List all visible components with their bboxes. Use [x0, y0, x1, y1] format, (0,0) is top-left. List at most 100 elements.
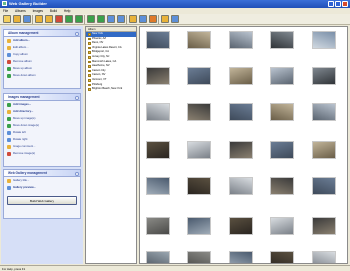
image-thumbnail[interactable] — [270, 177, 294, 195]
image-thumbnail[interactable] — [146, 177, 170, 195]
build-icon[interactable] — [149, 15, 157, 23]
task-move-down[interactable]: Move down album — [4, 72, 80, 79]
image-thumbnail[interactable] — [187, 251, 211, 263]
maximize-icon[interactable] — [335, 1, 341, 7]
image-thumbnail[interactable] — [270, 251, 294, 263]
help-icon[interactable] — [171, 15, 179, 23]
image-thumbnail[interactable] — [229, 177, 253, 195]
task-label: Copy album — [13, 52, 28, 56]
album-name: New York — [92, 32, 103, 35]
image-thumbnail[interactable] — [146, 67, 170, 85]
task-label: Move up album — [13, 66, 33, 70]
image-thumbnail[interactable] — [229, 103, 253, 121]
folder-icon — [87, 51, 91, 54]
rotate-left-icon — [7, 131, 11, 135]
task-add-directory[interactable]: Add directory... — [4, 108, 80, 115]
image-thumbnail[interactable] — [229, 141, 253, 159]
image-thumbnail[interactable] — [229, 67, 253, 85]
image-thumbnail[interactable] — [146, 217, 170, 235]
image-thumbnail[interactable] — [146, 141, 170, 159]
open-icon[interactable] — [13, 15, 21, 23]
image-thumbnail[interactable] — [229, 31, 253, 49]
move-up-image-icon — [7, 117, 11, 121]
image-thumbnail[interactable] — [229, 217, 253, 235]
task-image-comment[interactable]: Image comment... — [4, 143, 80, 150]
close-icon[interactable] — [342, 1, 348, 7]
album-items: New York Phoenix, AZ Reno, NV Virginia Lake… — [86, 32, 136, 92]
image-thumbnail[interactable] — [312, 177, 336, 195]
image-thumbnail[interactable] — [312, 251, 336, 263]
image-thumbnail[interactable] — [187, 31, 211, 49]
task-rotate-left[interactable]: Rotate left — [4, 129, 80, 136]
image-thumbnail[interactable] — [312, 217, 336, 235]
image-thumbnail[interactable] — [187, 217, 211, 235]
task-remove-album[interactable]: Remove album — [4, 58, 80, 65]
rotate-right-icon[interactable] — [117, 15, 125, 23]
folder-icon — [87, 69, 91, 73]
image-thumbnail[interactable] — [270, 103, 294, 121]
move-down-image-icon — [7, 124, 11, 128]
edit-album-icon[interactable] — [45, 15, 53, 23]
album-name: Reno, NV — [92, 41, 104, 45]
task-edit-album[interactable]: Edit album... — [4, 44, 80, 51]
image-thumbnail[interactable] — [270, 31, 294, 49]
task-label: Add directory... — [13, 109, 34, 113]
image-thumbnail[interactable] — [146, 251, 170, 263]
image-thumbnail[interactable] — [270, 67, 294, 85]
task-label: Gallery preview... — [13, 185, 36, 189]
task-copy-album[interactable]: Copy album — [4, 51, 80, 58]
image-properties-icon[interactable] — [129, 15, 137, 23]
image-thumbnail[interactable] — [187, 67, 211, 85]
remove-album-icon — [7, 60, 11, 64]
build-web-gallery-button[interactable]: Build Web Gallery — [7, 196, 77, 205]
task-move-down-image[interactable]: Move down image(s) — [4, 122, 80, 129]
album-item[interactable]: Brighton Beach, New York — [86, 87, 136, 92]
save-icon[interactable] — [23, 15, 31, 23]
image-thumbnail[interactable] — [146, 103, 170, 121]
task-label: Image comment... — [13, 144, 36, 148]
task-gallery-title[interactable]: Gallery title... — [4, 177, 80, 184]
app-icon — [2, 1, 7, 6]
add-image-icon[interactable] — [87, 15, 95, 23]
image-thumbnail[interactable] — [187, 177, 211, 195]
new-project-icon[interactable] — [3, 15, 11, 23]
task-add-album[interactable]: Add album... — [4, 37, 80, 44]
task-label: Remove album — [13, 59, 32, 63]
web-gallery-management-panel: Web Gallery management Gallery title... G… — [3, 169, 81, 219]
collapse-icon[interactable] — [74, 171, 79, 176]
image-thumbnail[interactable] — [270, 217, 294, 235]
task-remove-image[interactable]: Remove image(s) — [4, 150, 80, 157]
folder-icon — [87, 83, 91, 87]
album-up-icon[interactable] — [65, 15, 73, 23]
image-thumbnail[interactable] — [229, 251, 253, 263]
image-thumbnail[interactable] — [312, 103, 336, 121]
preview-icon[interactable] — [139, 15, 147, 23]
task-rotate-right[interactable]: Rotate right — [4, 136, 80, 143]
toolbar — [0, 14, 350, 25]
task-label: Move down image(s) — [13, 123, 39, 127]
images-management-header[interactable]: Images management — [4, 94, 80, 101]
move-image-icon[interactable] — [97, 15, 105, 23]
task-move-up[interactable]: Move up album — [4, 65, 80, 72]
image-thumbnail[interactable] — [146, 31, 170, 49]
image-thumbnail[interactable] — [312, 31, 336, 49]
settings-icon[interactable] — [161, 15, 169, 23]
album-down-icon[interactable] — [75, 15, 83, 23]
task-move-up-image[interactable]: Move up image(s) — [4, 115, 80, 122]
image-thumbnail[interactable] — [187, 141, 211, 159]
image-thumbnail[interactable] — [270, 141, 294, 159]
image-thumbnail[interactable] — [312, 141, 336, 159]
rotate-left-icon[interactable] — [107, 15, 115, 23]
remove-album-icon[interactable] — [55, 15, 63, 23]
task-add-images[interactable]: Add images... — [4, 101, 80, 108]
folder-icon — [87, 46, 91, 50]
minimize-icon[interactable] — [328, 1, 334, 7]
image-thumbnail[interactable] — [312, 67, 336, 85]
album-management-header[interactable]: Album management — [4, 30, 80, 37]
collapse-icon[interactable] — [74, 95, 79, 100]
image-thumbnail[interactable] — [187, 103, 211, 121]
collapse-icon[interactable] — [74, 31, 79, 36]
web-gallery-management-header[interactable]: Web Gallery management — [4, 170, 80, 177]
add-album-icon[interactable] — [35, 15, 43, 23]
task-gallery-preview[interactable]: Gallery preview... — [4, 184, 80, 191]
